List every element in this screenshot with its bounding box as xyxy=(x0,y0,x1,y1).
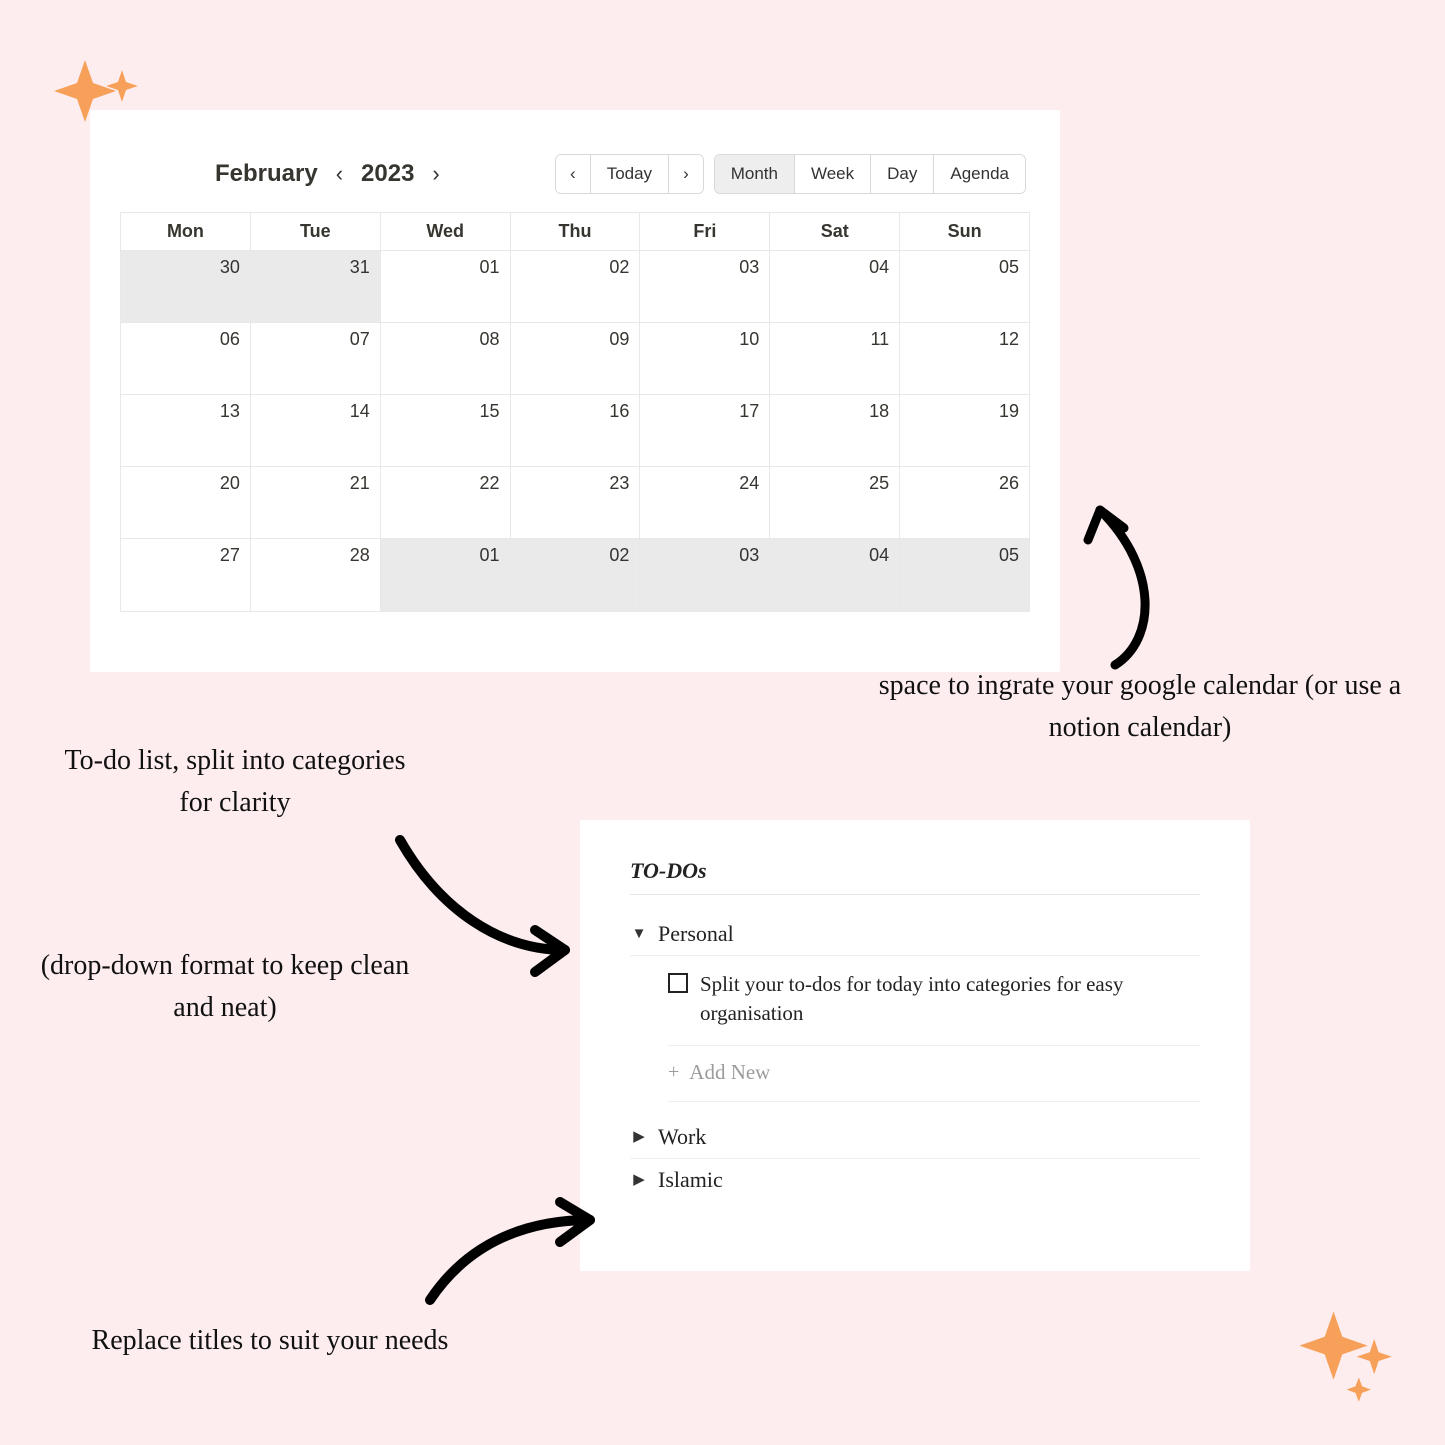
calendar-widget: February ‹ 2023 › ‹ Today › MonthWeekDay… xyxy=(90,110,1060,672)
chevron-icon xyxy=(630,926,648,943)
toggle-personal[interactable]: Personal xyxy=(630,913,1200,956)
calendar-day[interactable]: 02 xyxy=(511,539,641,611)
chevron-icon xyxy=(630,1127,648,1146)
calendar-day[interactable]: 01 xyxy=(381,539,511,611)
calendar-day[interactable]: 20 xyxy=(121,467,251,539)
calendar-day[interactable]: 05 xyxy=(900,251,1029,323)
annotation-titles: Replace titles to suit your needs xyxy=(90,1320,450,1362)
weekday-header: Wed xyxy=(381,213,511,251)
prev-month-button[interactable]: ‹ xyxy=(330,159,349,189)
weekday-header: Mon xyxy=(121,213,251,251)
view-tab-month[interactable]: Month xyxy=(715,155,795,193)
calendar-day[interactable]: 12 xyxy=(900,323,1029,395)
calendar-day[interactable]: 04 xyxy=(770,539,900,611)
view-tab-day[interactable]: Day xyxy=(871,155,934,193)
plus-icon: + xyxy=(668,1061,679,1084)
calendar-day[interactable]: 23 xyxy=(511,467,641,539)
calendar-day[interactable]: 03 xyxy=(640,539,770,611)
calendar-day[interactable]: 10 xyxy=(640,323,770,395)
todo-title: TO-DOs xyxy=(630,858,1200,884)
calendar-day[interactable]: 28 xyxy=(251,539,381,611)
next-button[interactable]: › xyxy=(669,155,703,193)
todo-widget: TO-DOs Personal Split your to-dos for tod… xyxy=(580,820,1250,1271)
toggle-work[interactable]: Work xyxy=(630,1116,1200,1159)
calendar-day[interactable]: 03 xyxy=(640,251,770,323)
add-new-button[interactable]: + Add New xyxy=(630,1046,1200,1101)
today-button[interactable]: Today xyxy=(591,155,669,193)
view-tab-week[interactable]: Week xyxy=(795,155,871,193)
calendar-grid: MonTueWedThuFriSatSun3031010203040506070… xyxy=(120,212,1030,612)
calendar-day[interactable]: 25 xyxy=(770,467,900,539)
calendar-day[interactable]: 21 xyxy=(251,467,381,539)
add-new-label: Add New xyxy=(689,1060,770,1085)
calendar-day[interactable]: 17 xyxy=(640,395,770,467)
chevron-icon xyxy=(630,1170,648,1189)
section-label: Personal xyxy=(658,921,734,947)
calendar-day[interactable]: 30 xyxy=(121,251,251,323)
calendar-day[interactable]: 22 xyxy=(381,467,511,539)
calendar-day[interactable]: 26 xyxy=(900,467,1029,539)
toggle-islamic[interactable]: Islamic xyxy=(630,1159,1200,1201)
calendar-day[interactable]: 09 xyxy=(511,323,641,395)
sparkle-decoration-bottom-right xyxy=(1295,1295,1405,1405)
todo-item[interactable]: Split your to-dos for today into categor… xyxy=(630,956,1200,1045)
annotation-dropdown: (drop-down format to keep clean and neat… xyxy=(25,945,425,1029)
calendar-header: February ‹ 2023 › ‹ Today › MonthWeekDay… xyxy=(120,140,1030,212)
calendar-day[interactable]: 04 xyxy=(770,251,900,323)
weekday-header: Thu xyxy=(511,213,641,251)
annotation-todo: To-do list, split into categories for cl… xyxy=(55,740,415,824)
calendar-day[interactable]: 07 xyxy=(251,323,381,395)
section-label: Work xyxy=(658,1124,706,1150)
calendar-day[interactable]: 02 xyxy=(511,251,641,323)
todo-text: Split your to-dos for today into categor… xyxy=(700,970,1200,1029)
arrow-to-titles xyxy=(410,1180,610,1310)
calendar-day[interactable]: 13 xyxy=(121,395,251,467)
prev-button[interactable]: ‹ xyxy=(556,155,591,193)
calendar-day[interactable]: 08 xyxy=(381,323,511,395)
calendar-day[interactable]: 18 xyxy=(770,395,900,467)
weekday-header: Tue xyxy=(251,213,381,251)
calendar-day[interactable]: 24 xyxy=(640,467,770,539)
arrow-to-calendar xyxy=(1060,490,1180,670)
calendar-title: February ‹ 2023 › xyxy=(215,159,446,189)
calendar-day[interactable]: 14 xyxy=(251,395,381,467)
checkbox[interactable] xyxy=(668,973,688,993)
calendar-day[interactable]: 01 xyxy=(381,251,511,323)
weekday-header: Sun xyxy=(900,213,1029,251)
next-month-button[interactable]: › xyxy=(426,159,445,189)
weekday-header: Fri xyxy=(640,213,770,251)
calendar-day[interactable]: 19 xyxy=(900,395,1029,467)
calendar-day[interactable]: 27 xyxy=(121,539,251,611)
calendar-day[interactable]: 05 xyxy=(900,539,1029,611)
calendar-day[interactable]: 11 xyxy=(770,323,900,395)
calendar-controls: ‹ Today › MonthWeekDayAgenda xyxy=(555,154,1030,194)
nav-button-group: ‹ Today › xyxy=(555,154,704,194)
calendar-day[interactable]: 31 xyxy=(251,251,381,323)
view-tab-agenda[interactable]: Agenda xyxy=(934,155,1025,193)
calendar-year: 2023 xyxy=(361,160,414,188)
weekday-header: Sat xyxy=(770,213,900,251)
calendar-month: February xyxy=(215,160,318,188)
calendar-day[interactable]: 15 xyxy=(381,395,511,467)
annotation-calendar: space to ingrate your google calendar (o… xyxy=(840,665,1440,749)
divider xyxy=(630,894,1200,895)
view-tabs: MonthWeekDayAgenda xyxy=(714,154,1026,194)
calendar-day[interactable]: 16 xyxy=(511,395,641,467)
calendar-day[interactable]: 06 xyxy=(121,323,251,395)
section-label: Islamic xyxy=(658,1167,723,1193)
